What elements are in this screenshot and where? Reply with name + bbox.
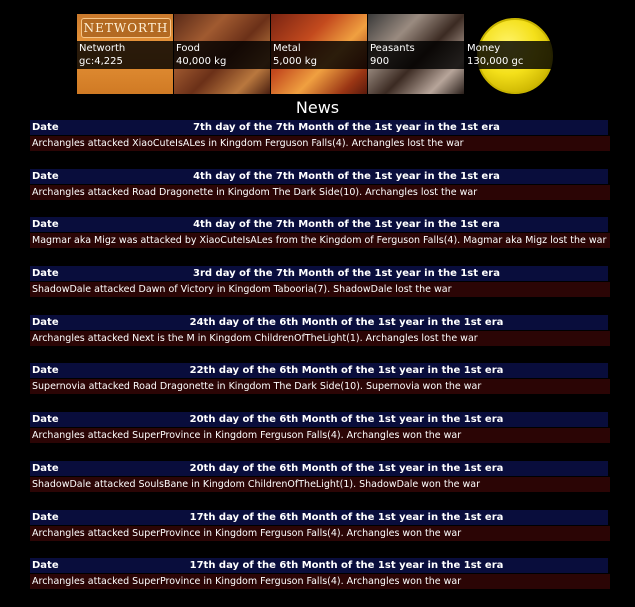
networth-value: gc:4,225 [79,56,123,67]
news-date-bar: Date 4th day of the 7th Month of the 1st… [30,217,608,233]
news-date-bar: Date 4th day of the 7th Month of the 1st… [30,168,608,184]
news-item: Date 17th day of the 6th Month of the 1s… [30,509,610,559]
metal-stat: Metal 5,000 kg [271,14,367,94]
food-label: Food [176,43,200,54]
networth-label: Networth [79,43,126,54]
news-date-bar: Date 24th day of the 6th Month of the 1s… [30,314,608,330]
date-label: Date [32,560,59,572]
news-date: 22th day of the 6th Month of the 1st yea… [189,365,504,377]
date-label: Date [32,316,59,328]
news-item: Date 20th day of the 6th Month of the 1s… [30,412,610,461]
news-date: 20th day of the 6th Month of the 1st yea… [189,414,504,426]
news-date: 4th day of the 7th Month of the 1st year… [193,170,500,182]
news-message: Archangles attacked XiaoCuteIsALes in Ki… [30,136,610,151]
news-date: 24th day of the 6th Month of the 1st yea… [189,316,504,328]
date-label: Date [32,511,59,523]
food-value: 40,000 kg [176,56,227,67]
peasants-label: Peasants [370,43,415,54]
news-date: 7th day of the 7th Month of the 1st year… [193,122,500,133]
money-stat: Money 130,000 gc [465,14,561,94]
networth-logo: NETWORTH [81,18,171,38]
news-message: Archangles attacked Next is the M in Kin… [30,330,610,346]
news-date-bar: Date 20th day of the 6th Month of the 1s… [30,460,608,476]
date-label: Date [32,365,59,377]
news-item: Date 24th day of the 6th Month of the 1s… [30,314,610,364]
news-message: Archangles attacked SuperProvince in Kin… [30,428,610,444]
news-message: Archangles attacked SuperProvince in Kin… [30,525,610,541]
news-date-bar: Date 22th day of the 6th Month of the 1s… [30,363,608,379]
metal-label: Metal [273,43,301,54]
date-label: Date [32,268,59,280]
news-message: Archangles attacked SuperProvince in Kin… [30,574,610,590]
news-message: ShadowDale attacked Dawn of Victory in K… [30,282,610,298]
news-date-bar: Date 7th day of the 7th Month of the 1st… [30,120,608,135]
networth-stat: NETWORTH Networth gc:4,225 [77,14,173,94]
metal-value: 5,000 kg [273,56,317,67]
food-stat: Food 40,000 kg [174,14,270,94]
peasants-value: 900 [370,56,390,67]
news-message: Archangles attacked Road Dragonette in K… [30,184,610,200]
news-item: Date 3rd day of the 7th Month of the 1st… [30,266,610,315]
date-label: Date [32,462,59,474]
news-date: 17th day of the 6th Month of the 1st yea… [189,511,504,523]
news-date-bar: Date 17th day of the 6th Month of the 1s… [30,509,608,525]
news-item: Date 22th day of the 6th Month of the 1s… [30,363,610,412]
date-label: Date [32,414,59,426]
news-item: Date 20th day of the 6th Month of the 1s… [30,460,610,510]
news-date-bar: Date 17th day of the 6th Month of the 1s… [30,558,608,574]
news-message: Supernovia attacked Road Dragonette in K… [30,379,610,395]
date-label: Date [32,170,59,182]
news-date-bar: Date 20th day of the 6th Month of the 1s… [30,412,608,428]
news-date: 17th day of the 6th Month of the 1st yea… [189,560,504,572]
news-item: Date 7th day of the 7th Month of the 1st… [30,120,610,169]
news-heading: News [295,98,340,117]
news-date: 4th day of the 7th Month of the 1st year… [193,219,500,231]
news-list: Date 7th day of the 7th Month of the 1st… [30,120,610,607]
news-item: Date 17th day of the 6th Month of the 1s… [30,558,610,607]
date-label: Date [32,219,59,231]
news-date: 3rd day of the 7th Month of the 1st year… [193,268,500,280]
money-label: Money [467,43,501,54]
money-value: 130,000 gc [467,56,524,67]
resource-stats: NETWORTH Networth gc:4,225 Food 40,000 k… [77,14,561,94]
news-item: Date 4th day of the 7th Month of the 1st… [30,168,610,218]
news-message: ShadowDale attacked SoulsBane in Kingdom… [30,476,610,492]
news-message: Magmar aka Migz was attacked by XiaoCute… [30,233,610,249]
news-date: 20th day of the 6th Month of the 1st yea… [189,462,504,474]
peasants-stat: Peasants 900 [368,14,464,94]
news-date-bar: Date 3rd day of the 7th Month of the 1st… [30,266,608,282]
news-item: Date 4th day of the 7th Month of the 1st… [30,217,610,266]
date-label: Date [32,122,59,133]
